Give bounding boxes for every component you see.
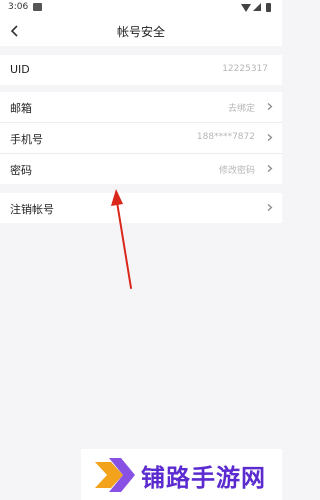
annotation-arrow [111, 189, 132, 289]
watermark-logo-icon [95, 458, 135, 492]
watermark-text: 铺路手游网 [141, 464, 266, 492]
watermark: 铺路手游网 [81, 449, 282, 500]
